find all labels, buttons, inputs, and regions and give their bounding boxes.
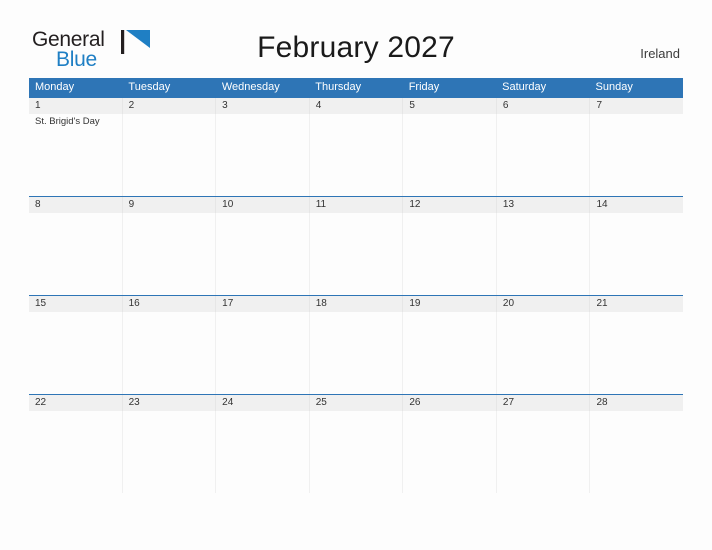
- day-cell[interactable]: [402, 312, 496, 394]
- date-number[interactable]: 2: [121, 98, 216, 114]
- locale-label: Ireland: [640, 46, 680, 61]
- date-number[interactable]: 7: [589, 98, 683, 114]
- week-event-row: [29, 411, 683, 493]
- week-row: 8 9 10 11 12 13 14: [29, 196, 683, 295]
- page-title: February 2027: [257, 31, 455, 64]
- date-number[interactable]: 4: [308, 98, 403, 114]
- day-cell[interactable]: [495, 411, 590, 493]
- day-cell[interactable]: [121, 213, 216, 295]
- week-date-strip: 1 2 3 4 5 6 7: [29, 98, 683, 114]
- date-number[interactable]: 25: [308, 395, 403, 411]
- date-number[interactable]: 21: [589, 296, 683, 312]
- week-event-row: [29, 312, 683, 394]
- weekday-header-monday: Monday: [35, 81, 75, 93]
- day-cell[interactable]: [589, 411, 683, 493]
- date-number[interactable]: 23: [121, 395, 216, 411]
- date-number[interactable]: 11: [308, 197, 403, 213]
- week-event-row: [29, 213, 683, 295]
- day-cell[interactable]: [402, 411, 496, 493]
- date-number[interactable]: 17: [215, 296, 309, 312]
- date-number[interactable]: 27: [495, 395, 590, 411]
- day-cell[interactable]: [29, 312, 122, 394]
- day-cell[interactable]: St. Brigid's Day: [29, 114, 122, 196]
- day-cell[interactable]: [495, 114, 590, 196]
- day-cell[interactable]: [215, 114, 309, 196]
- week-date-strip: 22 23 24 25 26 27 28: [29, 395, 683, 411]
- day-cell[interactable]: [589, 114, 683, 196]
- day-cell[interactable]: [308, 213, 403, 295]
- day-cell[interactable]: [308, 411, 403, 493]
- date-number[interactable]: 6: [495, 98, 590, 114]
- date-number[interactable]: 10: [215, 197, 309, 213]
- date-number[interactable]: 26: [402, 395, 496, 411]
- day-cell[interactable]: [215, 411, 309, 493]
- day-cell[interactable]: [29, 213, 122, 295]
- day-cell[interactable]: [215, 213, 309, 295]
- weekday-header-friday: Friday: [408, 81, 440, 93]
- day-cell[interactable]: [495, 213, 590, 295]
- date-number[interactable]: 16: [121, 296, 216, 312]
- weekday-header-thursday: Thursday: [315, 81, 362, 93]
- date-number[interactable]: 14: [589, 197, 683, 213]
- week-row: 15 16 17 18 19 20 21: [29, 295, 683, 394]
- day-cell[interactable]: [121, 411, 216, 493]
- page-header: General Blue February 2027 Ireland: [0, 0, 712, 78]
- day-cell[interactable]: [402, 213, 496, 295]
- date-number[interactable]: 1: [29, 98, 122, 114]
- day-cell[interactable]: [589, 312, 683, 394]
- date-number[interactable]: 19: [402, 296, 496, 312]
- day-cell[interactable]: [308, 114, 403, 196]
- date-number[interactable]: 18: [308, 296, 403, 312]
- weekday-header-tuesday: Tuesday: [128, 81, 171, 93]
- date-number[interactable]: 28: [589, 395, 683, 411]
- week-row: 22 23 24 25 26 27 28: [29, 394, 683, 493]
- date-number[interactable]: 9: [121, 197, 216, 213]
- date-number[interactable]: 24: [215, 395, 309, 411]
- calendar-grid: Monday Tuesday Wednesday Thursday Friday…: [29, 78, 683, 493]
- day-cell[interactable]: [29, 411, 122, 493]
- day-cell[interactable]: [121, 114, 216, 196]
- date-number[interactable]: 3: [215, 98, 309, 114]
- day-cell[interactable]: [589, 213, 683, 295]
- date-number[interactable]: 15: [29, 296, 122, 312]
- event-label: St. Brigid's Day: [35, 116, 100, 127]
- weekday-header-wednesday: Wednesday: [221, 81, 280, 93]
- date-number[interactable]: 22: [29, 395, 122, 411]
- date-number[interactable]: 13: [495, 197, 590, 213]
- day-cell[interactable]: [495, 312, 590, 394]
- day-cell[interactable]: [215, 312, 309, 394]
- week-event-row: St. Brigid's Day: [29, 114, 683, 196]
- date-number[interactable]: 12: [402, 197, 496, 213]
- week-row: 1 2 3 4 5 6 7 St. Brigid's Day: [29, 97, 683, 196]
- date-number[interactable]: 20: [495, 296, 590, 312]
- day-cell[interactable]: [308, 312, 403, 394]
- week-date-strip: 8 9 10 11 12 13 14: [29, 197, 683, 213]
- day-cell[interactable]: [121, 312, 216, 394]
- weekday-header-sunday: Sunday: [595, 81, 633, 93]
- weekday-header-row: Monday Tuesday Wednesday Thursday Friday…: [29, 78, 683, 97]
- weekday-header-saturday: Saturday: [502, 81, 547, 93]
- date-number[interactable]: 5: [402, 98, 496, 114]
- week-date-strip: 15 16 17 18 19 20 21: [29, 296, 683, 312]
- date-number[interactable]: 8: [29, 197, 122, 213]
- day-cell[interactable]: [402, 114, 496, 196]
